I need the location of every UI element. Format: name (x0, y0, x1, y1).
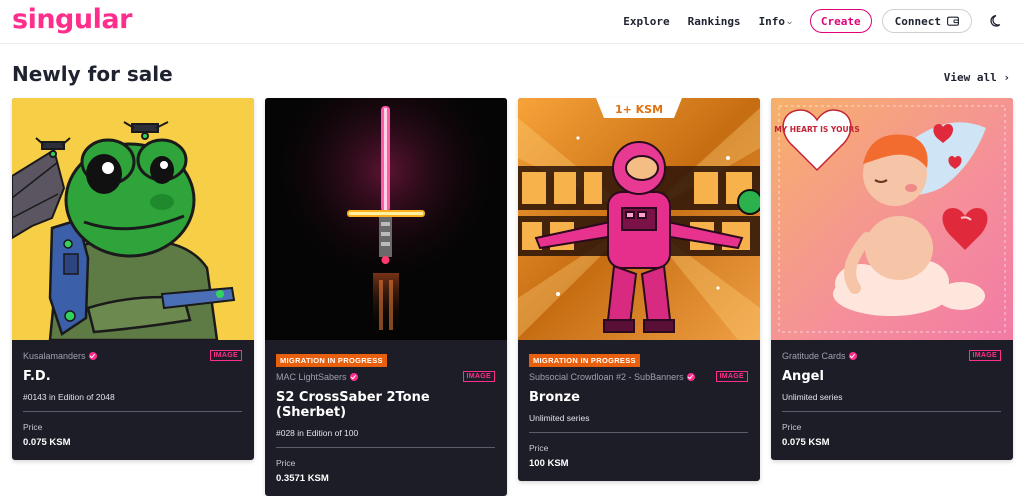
nav-rankings[interactable]: Rankings (688, 15, 741, 28)
nft-image-angel: MY HEART IS YOURS (771, 98, 1013, 340)
nft-image-frog (12, 98, 254, 340)
nft-card[interactable]: 1+ KSM MIGRATION IN PROGRESS Subsocial C… (518, 98, 760, 481)
nft-image-astronaut: 1+ KSM (518, 98, 760, 340)
card-info: MIGRATION IN PROGRESS MAC LightSabers IM… (265, 340, 507, 496)
media-type-tag: IMAGE (968, 350, 1001, 361)
nft-name: Angel (782, 369, 824, 384)
verified-check-icon (686, 372, 695, 381)
price-label: Price (23, 422, 43, 432)
price-value: 0.075 KSM (782, 437, 830, 448)
wallet-icon (947, 16, 959, 26)
migration-badge: MIGRATION IN PROGRESS (529, 354, 640, 367)
edition-text: #0143 in Edition of 2048 (23, 392, 115, 402)
card-info: Gratitude Cards IMAGE Angel Unlimited se… (771, 340, 1013, 460)
collection-name[interactable]: Subsocial Crowdloan #2 - SubBanners (529, 372, 695, 382)
divider (23, 411, 242, 412)
art-label: 1+ KSM (615, 103, 663, 116)
collection-label: Kusalamanders (23, 350, 86, 361)
price-value: 0.075 KSM (23, 437, 71, 448)
price-label: Price (276, 458, 296, 468)
nft-card[interactable]: MY HEART IS YOURS Gratitude Cards IMAGE … (771, 98, 1013, 460)
edition-text: Unlimited series (529, 413, 590, 423)
art-heart-text: MY HEART IS YOURS (774, 125, 860, 134)
divider (529, 432, 748, 433)
edition-text: Unlimited series (782, 392, 843, 402)
nft-card[interactable]: Kusalamanders IMAGE F.D. #0143 in Editio… (12, 98, 254, 460)
connect-label: Connect (894, 14, 941, 28)
nft-name: S2 CrossSaber 2Tone (Sherbet) (276, 390, 430, 420)
verified-check-icon (349, 372, 358, 381)
moon-icon[interactable] (990, 14, 1004, 28)
divider (276, 447, 495, 448)
media-type-tag: IMAGE (462, 371, 495, 382)
create-button[interactable]: Create (809, 9, 872, 33)
nft-card[interactable]: MIGRATION IN PROGRESS MAC LightSabers IM… (265, 98, 507, 496)
nft-name: F.D. (23, 369, 51, 384)
connect-button[interactable]: Connect (881, 9, 972, 33)
collection-name[interactable]: Gratitude Cards (782, 351, 857, 361)
divider (782, 411, 1001, 412)
singular-logo[interactable]: singular (12, 4, 132, 35)
verified-check-icon (848, 351, 857, 360)
card-info: MIGRATION IN PROGRESS Subsocial Crowdloa… (518, 340, 760, 481)
media-type-tag: IMAGE (715, 371, 748, 382)
section-title: Newly for sale (12, 62, 173, 86)
collection-label: Subsocial Crowdloan #2 - SubBanners (529, 371, 684, 382)
nav-info[interactable]: Info ⌵ (759, 15, 792, 28)
collection-name[interactable]: Kusalamanders (23, 351, 97, 361)
media-type-tag: IMAGE (209, 350, 242, 361)
edition-text: #028 in Edition of 100 (276, 428, 359, 438)
card-info: Kusalamanders IMAGE F.D. #0143 in Editio… (12, 340, 254, 460)
chevron-down-icon: ⌵ (787, 16, 792, 26)
view-all-link[interactable]: View all › (944, 71, 1010, 84)
collection-label: Gratitude Cards (782, 350, 846, 361)
price-label: Price (782, 422, 802, 432)
price-value: 0.3571 KSM (276, 473, 329, 484)
migration-badge: MIGRATION IN PROGRESS (276, 354, 387, 367)
verified-check-icon (88, 351, 97, 360)
nav-explore[interactable]: Explore (623, 15, 669, 28)
nav-info-label: Info (758, 14, 786, 28)
collection-label: MAC LightSabers (276, 371, 347, 382)
price-value: 100 KSM (529, 458, 569, 469)
nav-bar: Explore Rankings Info ⌵ Create Connect (623, 9, 1004, 33)
collection-name[interactable]: MAC LightSabers (276, 372, 358, 382)
nft-image-lightsaber (265, 98, 507, 340)
price-label: Price (529, 443, 549, 453)
top-navbar: singular Explore Rankings Info ⌵ Create … (0, 0, 1024, 44)
nft-name: Bronze (529, 390, 580, 405)
